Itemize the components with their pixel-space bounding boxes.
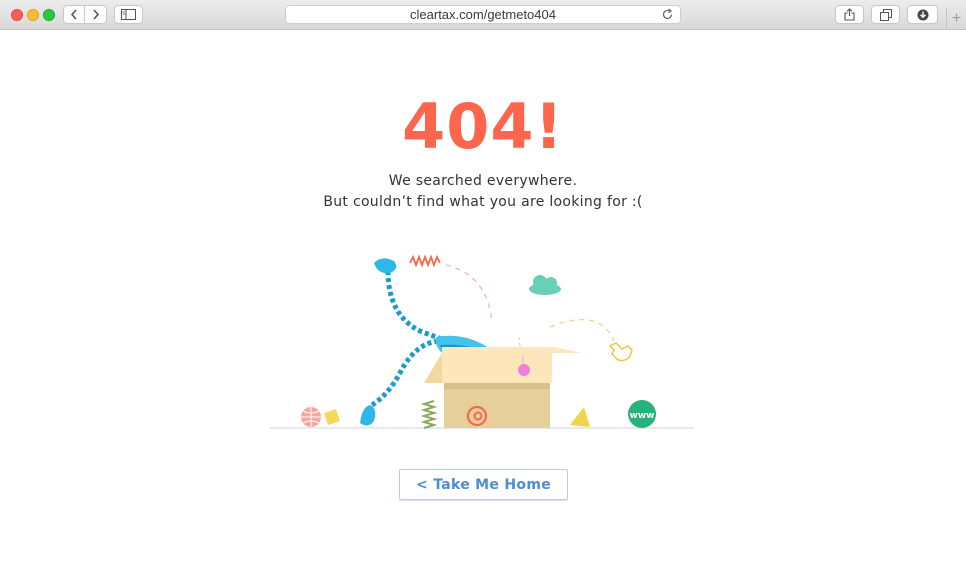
share-icon [844, 8, 855, 21]
browser-toolbar: cleartax.com/getmeto404 + [0, 0, 966, 30]
error-message-line2: But couldn’t find what you are looking f… [323, 194, 643, 210]
close-window-button[interactable] [11, 9, 23, 21]
error-message-line1: We searched everywhere. [388, 173, 578, 189]
spring-icon [409, 254, 441, 268]
dashed-arc [445, 264, 493, 324]
new-tab-button[interactable]: + [946, 8, 966, 30]
www-badge-icon: www [628, 400, 656, 428]
sidebar-toggle-button[interactable] [114, 5, 143, 24]
share-button[interactable] [835, 5, 864, 24]
minimize-window-button[interactable] [27, 9, 39, 21]
globe-icon [301, 407, 321, 427]
reload-icon[interactable] [661, 8, 674, 21]
diamond-shape [324, 409, 340, 425]
back-button[interactable] [63, 5, 85, 24]
box-icon [424, 347, 582, 428]
tabs-icon [879, 8, 892, 21]
robot-arm-upper [385, 270, 463, 348]
show-tabs-button[interactable] [871, 5, 900, 24]
hand-lower [360, 405, 376, 426]
forward-button[interactable] [85, 5, 107, 24]
url-text: cleartax.com/getmeto404 [410, 7, 556, 22]
chevron-left-icon [70, 9, 77, 20]
address-bar[interactable]: cleartax.com/getmeto404 [285, 5, 681, 24]
empty-box-illustration: www [270, 254, 694, 429]
downloads-button[interactable] [907, 5, 938, 24]
pointing-hand-icon [608, 342, 633, 362]
hand-upper [374, 258, 397, 274]
take-me-home-button[interactable]: < Take Me Home [399, 469, 568, 500]
pin-dot [518, 364, 530, 376]
cloud-icon [529, 275, 561, 295]
triangle-shape [570, 407, 590, 427]
www-badge-text: www [630, 411, 655, 421]
chevron-right-icon [92, 9, 99, 20]
maximize-window-button[interactable] [43, 9, 55, 21]
coil-spring-icon [420, 400, 438, 429]
sidebar-icon [121, 9, 136, 20]
error-title: 404! [402, 90, 564, 163]
download-icon [917, 9, 928, 20]
dashed-arc [549, 318, 615, 342]
